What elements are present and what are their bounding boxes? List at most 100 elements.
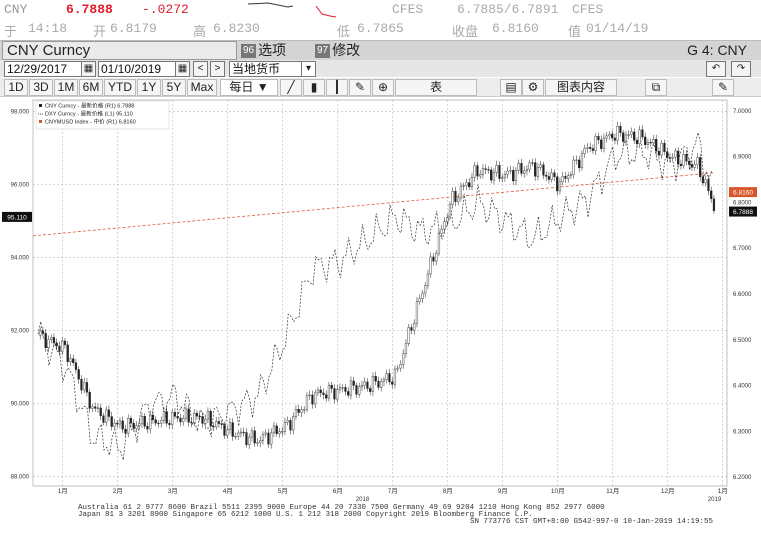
candle-body: [470, 176, 474, 188]
candle-body: [710, 190, 713, 199]
candle-body: [305, 395, 309, 410]
calendar-icon[interactable]: ▦: [175, 61, 190, 77]
candle-body: [644, 136, 647, 145]
left-tick-label: 88.000: [11, 475, 30, 481]
start-date-input[interactable]: 12/29/2017: [4, 61, 83, 77]
save-icon[interactable]: ▤: [500, 79, 522, 96]
menu-number: 96: [241, 44, 257, 59]
candle-body: [58, 345, 61, 352]
candle-body: [520, 163, 523, 174]
candle-body: [173, 412, 177, 417]
right-tick-label: 6.2000: [733, 475, 752, 481]
candle-body: [704, 179, 707, 184]
candle-body: [190, 421, 193, 424]
candle-body: [228, 422, 232, 430]
candle-body: [591, 148, 595, 151]
candle-body: [490, 169, 493, 181]
candle-body: [303, 409, 306, 411]
candle-body: [44, 333, 47, 349]
candle-body: [638, 129, 641, 144]
candle-body: [611, 133, 614, 139]
candle-body: [239, 431, 243, 434]
candle-body: [446, 217, 449, 222]
candle-body: [542, 164, 545, 176]
candle-body: [201, 416, 204, 424]
candle-icon[interactable]: ┃: [326, 79, 348, 96]
period-5y[interactable]: 5Y: [162, 79, 186, 96]
candle-body: [641, 129, 644, 138]
high: 6.8230: [213, 21, 260, 36]
edit-icon[interactable]: ✎: [712, 79, 734, 96]
candle-body: [143, 416, 146, 427]
date-range-bar: 12/29/2017 ▦ 01/10/2019 ▦ < > 当地货币 ▾ ↶ ↷: [0, 60, 761, 77]
right-axis: 7.0000 6.9000 6.8000 6.7000 6.6000 6.5000 6.40…: [733, 109, 752, 481]
x-tick-label: 5月: [278, 487, 288, 495]
zoom-icon[interactable]: ⊕: [372, 79, 394, 96]
candle-body: [616, 126, 619, 141]
left-value-label: 95.110: [7, 214, 27, 221]
period-3d[interactable]: 3D: [29, 79, 53, 96]
candle-body: [594, 136, 597, 151]
candle-body: [578, 159, 581, 169]
undo-icon[interactable]: ↶: [706, 61, 726, 77]
chart-content-button[interactable]: 图表内容: [545, 79, 617, 96]
end-date-input[interactable]: 01/10/2019: [98, 61, 177, 77]
candle-body: [344, 387, 347, 392]
candle-body: [649, 142, 652, 144]
candle-body: [484, 168, 487, 170]
chevron-down-icon[interactable]: ▾: [301, 61, 316, 77]
candle-body: [127, 417, 130, 434]
price-chart[interactable]: 98.000 96.000 94.000 92.000 90.000 88.000 7.0…: [0, 97, 761, 527]
candle-body: [701, 176, 705, 184]
candle-body: [366, 381, 369, 389]
bar-chart-icon[interactable]: ▮: [303, 79, 325, 96]
table-button[interactable]: 表: [395, 79, 477, 96]
candle-body: [525, 168, 529, 172]
frequency-select[interactable]: 每日 ▼: [220, 79, 278, 96]
period-ytd[interactable]: YTD: [104, 79, 136, 96]
candle-body: [545, 175, 548, 177]
prev-arrow-icon[interactable]: <: [193, 61, 208, 77]
candle-body: [605, 135, 608, 139]
candle-body: [583, 148, 586, 154]
candle-body: [374, 376, 377, 382]
period-1m[interactable]: 1M: [54, 79, 78, 96]
candle-body: [358, 386, 361, 395]
period-max[interactable]: Max: [187, 79, 217, 96]
security-field[interactable]: CNY Curncy: [2, 41, 237, 60]
candle-body: [671, 156, 674, 159]
left-axis: 98.000 96.000 94.000 92.000 90.000 88.000: [11, 109, 30, 480]
candle-body: [479, 174, 482, 177]
next-arrow-icon[interactable]: >: [210, 61, 225, 77]
candle-body: [624, 134, 628, 142]
period-6m[interactable]: 6M: [79, 79, 103, 96]
redo-icon[interactable]: ↷: [731, 61, 751, 77]
candle-body: [165, 411, 168, 424]
candle-body: [550, 172, 553, 180]
candle-body: [256, 442, 259, 444]
candle-body: [292, 416, 295, 431]
line-chart-icon[interactable]: ╱: [280, 79, 302, 96]
export-icon[interactable]: ⧉: [645, 79, 667, 96]
candle-body: [171, 412, 174, 425]
options-menu[interactable]: 96 选项: [241, 42, 286, 59]
candle-body: [124, 429, 127, 434]
period-1y[interactable]: 1Y: [137, 79, 161, 96]
open-label: 开: [93, 25, 107, 40]
currency-select[interactable]: 当地货币: [229, 61, 305, 77]
settings-icon[interactable]: ⚙: [522, 79, 544, 96]
candle-body: [231, 422, 234, 437]
candle-body: [688, 160, 691, 165]
draw-icon[interactable]: ✎: [349, 79, 371, 96]
candle-body: [468, 182, 471, 188]
low: 6.7865: [357, 21, 404, 36]
x-tick-label: 8月: [443, 487, 453, 495]
candle-body: [72, 358, 75, 363]
modify-menu[interactable]: 97 修改: [315, 42, 360, 59]
calendar-icon[interactable]: ▦: [81, 61, 96, 77]
candle-body: [451, 191, 454, 205]
candle-body: [448, 204, 452, 218]
candle-body: [569, 174, 573, 176]
x-tick-label: 7月: [388, 487, 398, 495]
period-1d[interactable]: 1D: [4, 79, 28, 96]
